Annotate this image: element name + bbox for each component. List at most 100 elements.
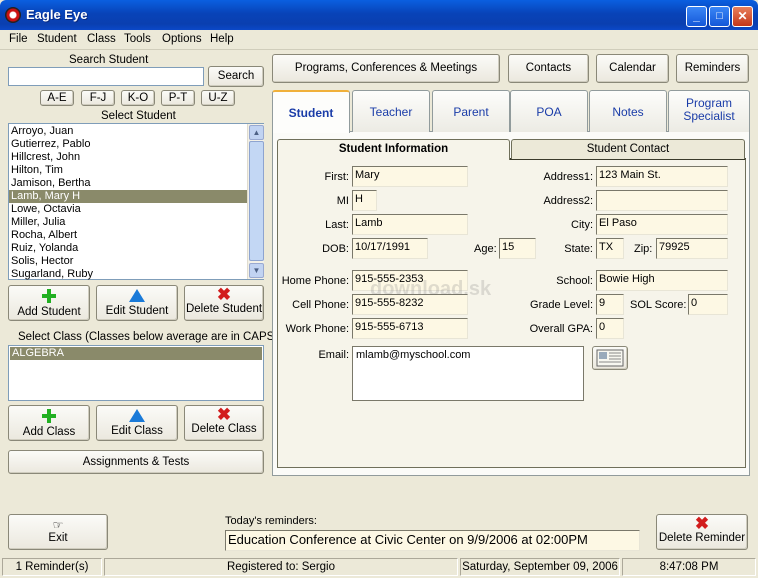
add-student-button[interactable]: Add Student xyxy=(8,285,90,321)
subtab-student-contact[interactable]: Student Contact xyxy=(511,139,745,159)
subtab-student-information[interactable]: Student Information xyxy=(277,139,510,160)
close-button[interactable]: ✕ xyxy=(732,6,753,27)
first-name-field[interactable]: Mary xyxy=(352,166,468,187)
scroll-up-icon[interactable]: ▲ xyxy=(249,125,264,140)
menu-student[interactable]: Student xyxy=(37,33,77,45)
delete-class-button[interactable]: ✖ Delete Class xyxy=(184,405,264,441)
edit-student-label: Edit Student xyxy=(105,305,169,317)
status-reminder-count: 1 Reminder(s) xyxy=(2,558,102,576)
reminder-text[interactable]: Education Conference at Civic Center on … xyxy=(225,530,640,551)
search-input[interactable] xyxy=(8,67,204,86)
email-field[interactable]: mlamb@myschool.com xyxy=(352,346,584,401)
address2-field[interactable] xyxy=(596,190,728,211)
alpha-u-z-button[interactable]: U-Z xyxy=(201,90,235,106)
title-bar: Eagle Eye _ □ ✕ xyxy=(0,0,758,30)
add-student-label: Add Student xyxy=(17,306,81,318)
menu-help[interactable]: Help xyxy=(210,33,234,45)
calendar-button[interactable]: Calendar xyxy=(596,54,669,83)
edit-class-label: Edit Class xyxy=(111,425,163,437)
maximize-button[interactable]: □ xyxy=(709,6,730,27)
state-label: State: xyxy=(564,243,593,255)
alpha-k-o-button[interactable]: K-O xyxy=(121,90,155,106)
list-item[interactable]: Gutierrez, Pablo xyxy=(9,138,247,151)
menu-tools[interactable]: Tools xyxy=(124,33,151,45)
list-item[interactable]: Hillcrest, John xyxy=(9,151,247,164)
tab-poa[interactable]: POA xyxy=(510,90,588,132)
list-item[interactable]: Lowe, Octavia xyxy=(9,203,247,216)
list-item[interactable]: Rocha, Albert xyxy=(9,229,247,242)
edit-class-button[interactable]: Edit Class xyxy=(96,405,178,441)
student-list[interactable]: Arroyo, Juan Gutierrez, Pablo Hillcrest,… xyxy=(8,123,264,280)
delete-x-icon: ✖ xyxy=(694,514,710,533)
list-item[interactable]: Sugarland, Ruby xyxy=(9,268,247,281)
menu-file[interactable]: File xyxy=(9,33,28,45)
assignments-tests-button[interactable]: Assignments & Tests xyxy=(8,450,264,474)
delete-reminder-label: Delete Reminder xyxy=(658,532,746,544)
student-list-scrollbar[interactable]: ▲ ▼ xyxy=(247,124,264,279)
search-button[interactable]: Search xyxy=(208,66,264,87)
tab-teacher[interactable]: Teacher xyxy=(352,90,430,132)
edit-triangle-icon xyxy=(129,409,145,422)
sol-score-label: SOL Score: xyxy=(630,299,687,311)
work-phone-field[interactable]: 915-555-6713 xyxy=(352,318,468,339)
programs-button[interactable]: Programs, Conferences & Meetings xyxy=(272,54,500,83)
menu-bar: File Student Class Tools Options Help xyxy=(0,30,758,50)
list-item[interactable]: Ruiz, Yolanda xyxy=(9,242,247,255)
contacts-button[interactable]: Contacts xyxy=(508,54,589,83)
overall-gpa-field[interactable]: 0 xyxy=(596,318,624,339)
select-class-label: Select Class (Classes below average are … xyxy=(18,331,279,343)
list-item[interactable]: Arroyo, Juan xyxy=(9,125,247,138)
age-label: Age: xyxy=(474,243,497,255)
address1-field[interactable]: 123 Main St. xyxy=(596,166,728,187)
list-item[interactable]: Hilton, Tim xyxy=(9,164,247,177)
delete-student-button[interactable]: ✖ Delete Student xyxy=(184,285,264,321)
school-field[interactable]: Bowie High xyxy=(596,270,728,291)
plus-icon xyxy=(42,409,56,423)
zip-field[interactable]: 79925 xyxy=(656,238,728,259)
exit-button[interactable]: ☞ Exit xyxy=(8,514,108,550)
list-item[interactable]: Miller, Julia xyxy=(9,216,247,229)
add-class-button[interactable]: Add Class xyxy=(8,405,90,441)
scroll-thumb[interactable] xyxy=(249,141,264,261)
address1-label: Address1: xyxy=(543,171,593,183)
edit-student-button[interactable]: Edit Student xyxy=(96,285,178,321)
menu-class[interactable]: Class xyxy=(87,33,116,45)
select-student-label: Select Student xyxy=(101,110,176,122)
delete-x-icon: ✖ xyxy=(216,285,232,304)
list-item-selected[interactable]: Lamb, Mary H xyxy=(9,190,247,203)
overall-gpa-label: Overall GPA: xyxy=(529,323,593,335)
dob-field[interactable]: 10/17/1991 xyxy=(352,238,428,259)
alpha-p-t-button[interactable]: P-T xyxy=(161,90,195,106)
minimize-button[interactable]: _ xyxy=(686,6,707,27)
list-item[interactable]: Solis, Hector xyxy=(9,255,247,268)
exit-label: Exit xyxy=(48,532,68,544)
tab-notes[interactable]: Notes xyxy=(589,90,667,132)
delete-x-icon: ✖ xyxy=(216,405,232,424)
edit-triangle-icon xyxy=(129,289,145,302)
window-title: Eagle Eye xyxy=(26,7,88,22)
sol-score-field[interactable]: 0 xyxy=(688,294,728,315)
class-list[interactable]: ALGEBRA xyxy=(8,345,264,401)
list-item[interactable]: Jamison, Bertha xyxy=(9,177,247,190)
state-field[interactable]: TX xyxy=(596,238,624,259)
scroll-down-icon[interactable]: ▼ xyxy=(249,263,264,278)
email-card-button[interactable] xyxy=(592,346,628,370)
mi-label: MI xyxy=(336,195,349,207)
grade-level-field[interactable]: 9 xyxy=(596,294,624,315)
menu-options[interactable]: Options xyxy=(162,33,202,45)
city-field[interactable]: El Paso xyxy=(596,214,728,235)
todays-reminders-label: Today's reminders: xyxy=(225,515,317,527)
middle-initial-field[interactable]: H xyxy=(352,190,377,211)
class-list-item[interactable]: ALGEBRA xyxy=(10,347,262,360)
school-label: School: xyxy=(556,275,593,287)
search-student-label: Search Student xyxy=(69,54,149,66)
tab-student[interactable]: Student xyxy=(272,90,350,133)
watermark-text: download.sk xyxy=(370,278,492,300)
delete-reminder-button[interactable]: ✖ Delete Reminder xyxy=(656,514,748,550)
reminders-button[interactable]: Reminders xyxy=(676,54,749,83)
tab-program-specialist[interactable]: Program Specialist xyxy=(668,90,750,132)
last-name-field[interactable]: Lamb xyxy=(352,214,468,235)
alpha-a-e-button[interactable]: A-E xyxy=(40,90,74,106)
alpha-f-j-button[interactable]: F-J xyxy=(81,90,115,106)
tab-parent[interactable]: Parent xyxy=(432,90,510,132)
